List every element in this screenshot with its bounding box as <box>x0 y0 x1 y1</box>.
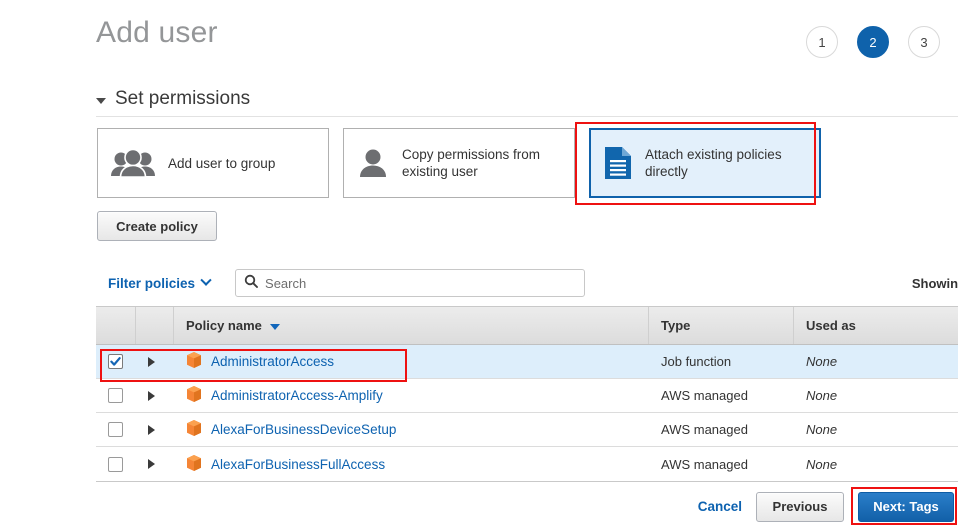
search-placeholder: Search <box>265 275 307 291</box>
header-policy-name[interactable]: Policy name <box>174 307 649 344</box>
policy-cube-icon <box>186 351 202 372</box>
header-select <box>96 307 136 344</box>
row-checkbox-cell <box>96 413 136 446</box>
row-type-cell: AWS managed <box>661 422 748 437</box>
policies-table: Policy name Type Used as AdministratorAc… <box>96 306 958 482</box>
header-used-as[interactable]: Used as <box>794 307 958 344</box>
row-checkbox[interactable] <box>108 388 123 403</box>
expand-triangle-icon[interactable] <box>148 356 155 367</box>
option-label-attach-policies: Attach existing policies directly <box>645 147 782 179</box>
expand-triangle-icon[interactable] <box>148 459 155 469</box>
row-expand-cell <box>136 379 174 412</box>
policy-cube-icon <box>186 454 202 475</box>
filter-policies-dropdown[interactable]: Filter policies <box>108 274 212 291</box>
row-name-cell: AdministratorAccess <box>174 345 649 378</box>
row-used-as-cell: None <box>806 388 838 403</box>
table-row[interactable]: AdministratorAccess Job function None <box>96 345 958 379</box>
create-policy-button[interactable]: Create policy <box>97 211 217 241</box>
row-used-as-cell: None <box>806 354 838 369</box>
option-label-copy-permissions: Copy permissions from existing user <box>402 147 541 179</box>
step-indicator: 1 2 3 <box>806 26 940 58</box>
row-checkbox[interactable] <box>108 456 123 472</box>
row-name-cell: AlexaForBusinessDeviceSetup <box>174 413 649 446</box>
table-row[interactable]: AlexaForBusinessDeviceSetup AWS managed … <box>96 413 958 447</box>
add-user-page: Add user 1 2 3 Set permissions Add user <box>0 0 958 525</box>
row-checkbox-cell <box>96 447 136 481</box>
search-icon <box>244 274 258 293</box>
policy-name-link[interactable]: AdministratorAccess-Amplify <box>211 388 383 403</box>
row-type-cell: AWS managed <box>661 388 748 403</box>
table-header-row: Policy name Type Used as <box>96 307 958 345</box>
permission-option-cards: Add user to group Copy permissions from … <box>97 128 821 198</box>
user-icon <box>356 147 390 179</box>
step-1[interactable]: 1 <box>806 26 838 58</box>
step-2[interactable]: 2 <box>857 26 889 58</box>
policy-cube-icon <box>186 385 202 406</box>
policy-name-link[interactable]: AlexaForBusinessDeviceSetup <box>211 422 396 437</box>
policy-cube-icon <box>186 419 202 440</box>
option-copy-permissions[interactable]: Copy permissions from existing user <box>343 128 575 198</box>
step-3[interactable]: 3 <box>908 26 940 58</box>
row-checkbox-cell <box>96 345 136 378</box>
row-used-as-cell: None <box>806 456 838 472</box>
set-permissions-header[interactable]: Set permissions <box>96 88 250 110</box>
row-checkbox[interactable] <box>108 422 123 437</box>
section-title: Set permissions <box>115 88 251 109</box>
row-expand-cell <box>136 413 174 446</box>
header-expand <box>136 307 174 344</box>
table-row[interactable]: AlexaForBusinessFullAccess AWS managed N… <box>96 447 958 481</box>
row-expand-cell <box>136 447 174 481</box>
row-used-as-cell: None <box>806 422 838 437</box>
row-expand-cell <box>136 345 174 378</box>
option-add-user-to-group[interactable]: Add user to group <box>97 128 329 198</box>
search-input[interactable]: Search <box>235 269 586 297</box>
wizard-footer: Cancel Previous Next: Tags <box>96 488 958 525</box>
row-name-cell: AlexaForBusinessFullAccess <box>174 447 649 481</box>
header-type[interactable]: Type <box>649 307 794 344</box>
users-group-icon <box>110 148 156 178</box>
expand-triangle-icon[interactable] <box>148 390 155 401</box>
header-policy-name-label: Policy name <box>186 318 262 333</box>
policy-name-link[interactable]: AlexaForBusinessFullAccess <box>211 457 385 472</box>
filter-policies-label: Filter policies <box>108 275 196 291</box>
row-checkbox-cell <box>96 379 136 412</box>
page-title: Add user <box>96 16 218 49</box>
filter-toolbar: Filter policies Search Showing <box>96 262 958 304</box>
next-tags-button[interactable]: Next: Tags <box>858 491 954 522</box>
expand-triangle-icon[interactable] <box>148 424 155 435</box>
option-attach-policies[interactable]: Attach existing policies directly <box>589 128 821 198</box>
policy-name-link[interactable]: AdministratorAccess <box>211 354 334 369</box>
option-label-add-user-to-group: Add user to group <box>168 155 276 171</box>
row-type-cell: Job function <box>661 354 732 369</box>
row-type-cell: AWS managed <box>661 456 748 472</box>
cancel-button[interactable]: Cancel <box>698 499 742 514</box>
chevron-down-icon <box>200 274 212 286</box>
table-row[interactable]: AdministratorAccess-Amplify AWS managed … <box>96 379 958 413</box>
sort-descending-icon <box>269 323 280 330</box>
caret-down-icon <box>96 97 106 104</box>
showing-label: Showing <box>911 276 958 291</box>
row-checkbox[interactable] <box>108 354 123 369</box>
row-name-cell: AdministratorAccess-Amplify <box>174 379 649 412</box>
previous-button[interactable]: Previous <box>756 491 844 522</box>
check-icon <box>110 357 121 366</box>
document-policy-icon <box>603 146 633 180</box>
section-divider <box>96 116 958 117</box>
